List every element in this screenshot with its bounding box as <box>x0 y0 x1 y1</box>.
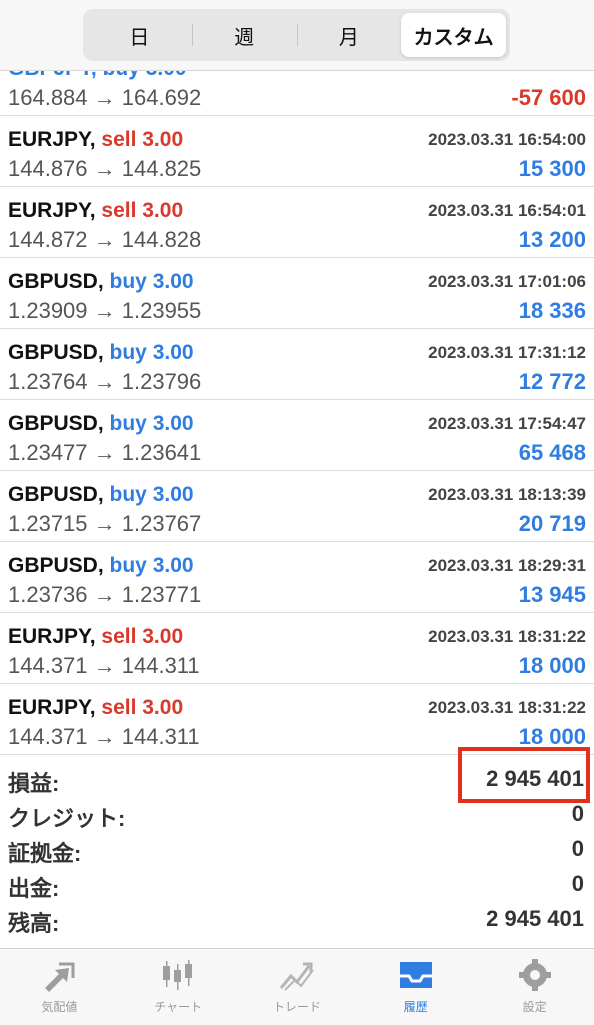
trade-prices: 144.876 → 144.825 <box>8 156 202 181</box>
account-summary: 損益: 2 945 401 クレジット: 0 証拠金: 0 出金: 0 残高: … <box>0 747 594 938</box>
trade-row[interactable]: GBPJPY, buy 3.00 164.884 → 164.692 -57 6… <box>0 71 594 116</box>
trade-history-list[interactable]: GBPJPY, buy 3.00 164.884 → 164.692 -57 6… <box>0 71 594 755</box>
trade-row[interactable]: EURJPY, sell 3.00 2023.03.31 18:31:22 14… <box>0 684 594 755</box>
period-header: 日 週 月 カスタム <box>0 0 594 71</box>
gear-icon <box>518 959 551 991</box>
trend-line-icon <box>279 962 314 991</box>
trade-row[interactable]: GBPUSD, buy 3.00 2023.03.31 17:31:12 1.2… <box>0 329 594 400</box>
summary-label: クレジット: <box>8 806 126 831</box>
summary-label: 残高: <box>8 911 60 936</box>
tab-label: 設定 <box>522 1000 547 1014</box>
trade-time: 2023.03.31 16:54:01 <box>428 201 586 220</box>
trade-prices: 1.23764 → 1.23796 <box>8 369 202 394</box>
trade-prices: 1.23715 → 1.23767 <box>8 511 202 536</box>
inbox-tray-icon <box>399 962 432 988</box>
trade-profit: 12 772 <box>518 369 586 394</box>
trade-row[interactable]: GBPUSD, buy 3.00 2023.03.31 17:54:47 1.2… <box>0 400 594 471</box>
trade-profit: 65 468 <box>518 440 586 465</box>
trade-profit: 18 000 <box>518 653 586 678</box>
trade-symbol: GBPUSD, buy 3.00 <box>8 483 194 506</box>
summary-margin-row: 証拠金: 0 <box>0 833 594 868</box>
segment-week[interactable]: 週 <box>191 13 297 57</box>
trade-time: 2023.03.31 17:31:12 <box>428 343 586 362</box>
trade-time: 2023.03.31 17:01:06 <box>428 272 586 291</box>
highlight-box <box>458 747 590 803</box>
bottom-tab-bar: 気配値 チャート トレード 履歴 設定 <box>0 948 594 1025</box>
trade-time: 2023.03.31 18:31:22 <box>428 698 586 717</box>
candlestick-icon <box>163 960 193 990</box>
trade-symbol: GBPUSD, buy 3.00 <box>8 341 194 364</box>
trade-profit: 13 200 <box>518 227 586 252</box>
trade-profit: 20 719 <box>518 511 586 536</box>
trade-prices: 144.371 → 144.311 <box>8 653 200 678</box>
summary-balance-row: 残高: 2 945 401 <box>0 903 594 938</box>
tab-chart[interactable]: チャート <box>119 949 238 1025</box>
trade-symbol: EURJPY, sell 3.00 <box>8 199 184 222</box>
trade-symbol: EURJPY, sell 3.00 <box>8 128 184 151</box>
summary-value: 0 <box>571 871 584 896</box>
trade-row[interactable]: EURJPY, sell 3.00 2023.03.31 16:54:01 14… <box>0 187 594 258</box>
summary-profit-row: 損益: 2 945 401 <box>0 747 594 803</box>
trade-profit: 15 300 <box>518 156 586 181</box>
trade-symbol: GBPUSD, buy 3.00 <box>8 270 194 293</box>
trade-prices: 1.23477 → 1.23641 <box>8 440 202 465</box>
trade-symbol: GBPUSD, buy 3.00 <box>8 554 194 577</box>
summary-value: 0 <box>571 801 584 826</box>
summary-label: 出金: <box>8 876 60 901</box>
trade-time: 2023.03.31 18:13:39 <box>428 485 586 504</box>
tab-quotes[interactable]: 気配値 <box>0 949 119 1025</box>
summary-label: 損益: <box>8 771 60 796</box>
summary-withdrawal-row: 出金: 0 <box>0 868 594 903</box>
tab-trade[interactable]: トレード <box>238 949 357 1025</box>
segment-month[interactable]: 月 <box>296 13 402 57</box>
tab-settings[interactable]: 設定 <box>475 949 594 1025</box>
trade-row[interactable]: GBPUSD, buy 3.00 2023.03.31 17:01:06 1.2… <box>0 258 594 329</box>
summary-label: 証拠金: <box>8 841 82 866</box>
period-segmented-control: 日 週 月 カスタム <box>83 9 510 61</box>
tab-label: 履歴 <box>403 1000 428 1014</box>
summary-value: 2 945 401 <box>486 906 584 931</box>
trade-time: 2023.03.31 16:54:00 <box>428 130 586 149</box>
trade-time: 2023.03.31 18:29:31 <box>428 556 586 575</box>
summary-credit-row: クレジット: 0 <box>0 798 594 833</box>
tab-label: トレード <box>272 1000 321 1014</box>
trade-row[interactable]: EURJPY, sell 3.00 2023.03.31 18:31:22 14… <box>0 613 594 684</box>
trade-prices: 144.872 → 144.828 <box>8 227 202 252</box>
summary-value: 0 <box>571 836 584 861</box>
trade-profit: 13 945 <box>518 582 586 607</box>
trade-prices: 1.23909 → 1.23955 <box>8 298 202 323</box>
trade-prices: 164.884 → 164.692 <box>8 85 202 110</box>
tab-history[interactable]: 履歴 <box>356 949 475 1025</box>
tab-label: 気配値 <box>41 1000 78 1014</box>
trade-prices: 144.371 → 144.311 <box>8 724 200 749</box>
trade-row[interactable]: EURJPY, sell 3.00 2023.03.31 16:54:00 14… <box>0 116 594 187</box>
trade-symbol: EURJPY, sell 3.00 <box>8 625 184 648</box>
trade-profit: 18 336 <box>518 298 586 323</box>
trade-prices: 1.23736 → 1.23771 <box>8 582 202 607</box>
trade-row[interactable]: GBPUSD, buy 3.00 2023.03.31 18:13:39 1.2… <box>0 471 594 542</box>
trade-time: 2023.03.31 17:54:47 <box>428 414 586 433</box>
trade-symbol: GBPUSD, buy 3.00 <box>8 412 194 435</box>
segment-day[interactable]: 日 <box>87 13 192 57</box>
trade-symbol: GBPJPY, buy 3.00 <box>8 71 187 81</box>
trade-time: 2023.03.31 18:31:22 <box>428 627 586 646</box>
tab-label: チャート <box>154 1000 203 1014</box>
trade-profit: -57 600 <box>511 85 586 110</box>
quotes-arrows-icon <box>45 962 75 992</box>
trade-symbol: EURJPY, sell 3.00 <box>8 696 184 719</box>
segment-custom[interactable]: カスタム <box>401 13 506 57</box>
trade-row[interactable]: GBPUSD, buy 3.00 2023.03.31 18:29:31 1.2… <box>0 542 594 613</box>
